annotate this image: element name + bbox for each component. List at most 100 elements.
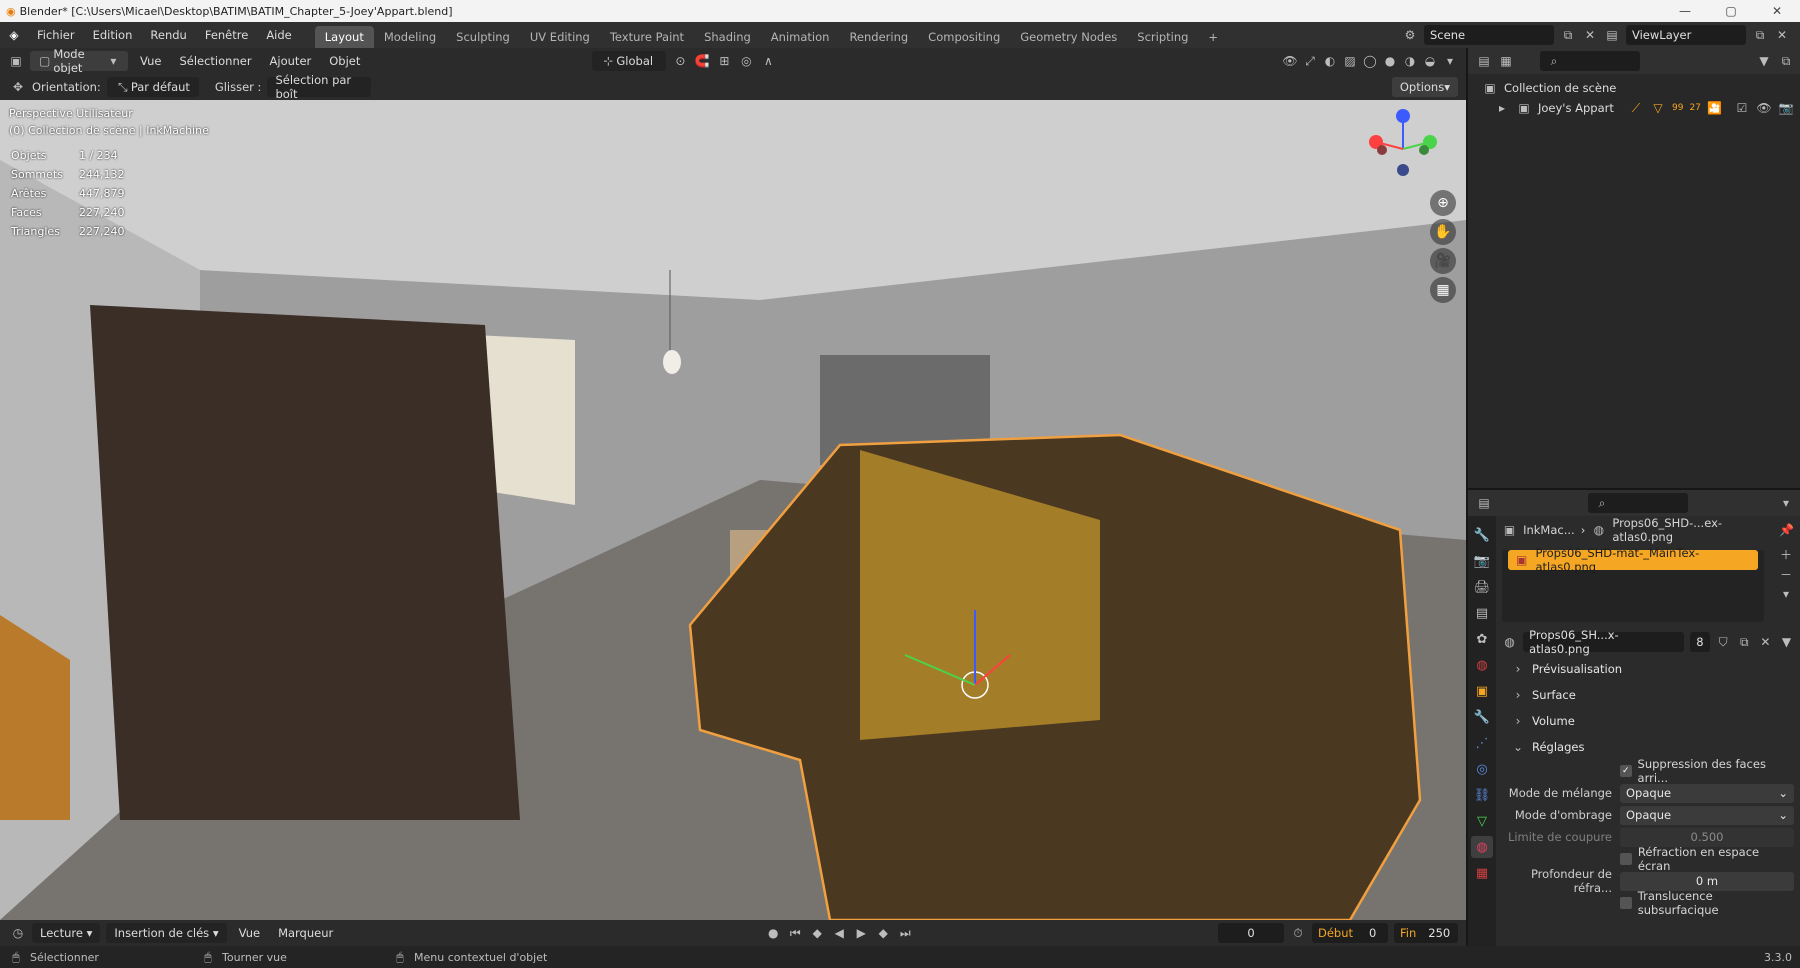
outliner-item-joeys-appart[interactable]: ▸ ▣ Joey's Appart ⟋ ▽ 99 27 🎦 ☑ 👁 📷 <box>1468 98 1800 118</box>
panel-preview[interactable]: › Prévisualisation <box>1502 656 1794 682</box>
stopwatch-icon[interactable]: ⏱ <box>1290 925 1306 941</box>
checkbox-unchecked-icon[interactable] <box>1620 897 1632 909</box>
transform-orientation-dropdown[interactable]: ⊹ Global <box>592 51 667 71</box>
fake-user-shield-icon[interactable]: ⛉ <box>1716 634 1731 650</box>
camera-view-icon[interactable]: 🎥 <box>1430 248 1456 274</box>
tab-compositing[interactable]: Compositing <box>918 26 1010 48</box>
node-tree-icon[interactable]: ▼ <box>1779 634 1794 650</box>
menu-object[interactable]: Objet <box>323 54 366 68</box>
add-workspace-button[interactable]: + <box>1198 26 1228 48</box>
shadow-mode-dropdown[interactable]: Opaque ⌄ <box>1620 805 1794 825</box>
scene-tab-icon[interactable]: ✿ <box>1471 628 1493 650</box>
tab-texture-paint[interactable]: Texture Paint <box>600 26 694 48</box>
material-browse-icon[interactable]: ◍ <box>1502 634 1517 650</box>
panel-surface[interactable]: › Surface <box>1502 682 1794 708</box>
unlink-material-icon[interactable]: ✕ <box>1758 634 1773 650</box>
slot-menu-icon[interactable]: ▾ <box>1778 586 1794 602</box>
scene-icon[interactable]: ⚙ <box>1402 27 1418 43</box>
properties-editor-icon[interactable]: ▤ <box>1476 495 1492 511</box>
menu-help[interactable]: Aide <box>257 28 300 42</box>
filter-icon[interactable]: ▼ <box>1756 53 1772 69</box>
next-keyframe-icon[interactable]: ◆ <box>875 925 891 941</box>
exclude-checkbox-icon[interactable]: ☑ <box>1734 100 1750 116</box>
current-frame-field[interactable]: 0 <box>1218 923 1284 943</box>
physics-tab-icon[interactable]: ◎ <box>1471 758 1493 780</box>
pan-hand-icon[interactable]: ✋ <box>1430 219 1456 245</box>
keying-dropdown[interactable]: Insertion de clés ▾ <box>106 923 227 943</box>
blender-menu-icon[interactable]: ◈ <box>6 27 22 43</box>
3d-viewport[interactable]: Perspective Utilisateur (0) Collection d… <box>0 100 1466 920</box>
tool-tab-icon[interactable]: 🔧 <box>1471 524 1493 546</box>
timeline-menu-view[interactable]: Vue <box>233 926 266 940</box>
options-dropdown[interactable]: Options ▾ <box>1391 77 1458 97</box>
new-view-layer-icon[interactable]: ⧉ <box>1752 27 1768 43</box>
material-tab-icon[interactable]: ◍ <box>1471 836 1493 858</box>
falloff-icon[interactable]: ∧ <box>760 53 776 69</box>
panel-volume[interactable]: › Volume <box>1502 708 1794 734</box>
xray-icon[interactable]: ▨ <box>1342 53 1358 69</box>
render-tab-icon[interactable]: 📷 <box>1471 550 1493 572</box>
overlays-icon[interactable]: ◐ <box>1322 53 1338 69</box>
scene-selector[interactable]: Scene <box>1424 25 1554 45</box>
playback-dropdown[interactable]: Lecture ▾ <box>32 923 101 943</box>
world-tab-icon[interactable]: ◍ <box>1471 654 1493 676</box>
menu-select[interactable]: Sélectionner <box>173 54 257 68</box>
display-mode-icon[interactable]: ▦ <box>1498 53 1514 69</box>
perspective-toggle-icon[interactable]: ▦ <box>1430 277 1456 303</box>
refraction-depth-field[interactable]: 0 m <box>1620 871 1794 891</box>
minimize-button[interactable]: — <box>1662 4 1708 18</box>
delete-view-layer-icon[interactable]: ✕ <box>1774 27 1790 43</box>
wireframe-shading-icon[interactable]: ◯ <box>1362 53 1378 69</box>
eye-icon[interactable]: 👁 <box>1756 100 1772 116</box>
tab-layout[interactable]: Layout <box>314 26 374 48</box>
end-frame-field[interactable]: Fin 250 <box>1394 923 1458 943</box>
clip-threshold-field[interactable]: 0.500 <box>1620 827 1794 847</box>
particles-tab-icon[interactable]: ⋰ <box>1471 732 1493 754</box>
outliner-editor-icon[interactable]: ▤ <box>1476 53 1492 69</box>
texture-tab-icon[interactable]: ▦ <box>1471 862 1493 884</box>
view-layer-tab-icon[interactable]: ▤ <box>1471 602 1493 624</box>
drag-dropdown[interactable]: Sélection par boît <box>267 73 372 101</box>
material-slot-active[interactable]: ▣ Props06_SHD-mat-_MainTex-atlas0.png <box>1508 546 1758 574</box>
jump-start-icon[interactable]: ⏮ <box>787 925 803 941</box>
snap-icon[interactable]: 🧲 <box>694 53 710 69</box>
tab-sculpting[interactable]: Sculpting <box>446 26 520 48</box>
jump-end-icon[interactable]: ⏭ <box>897 925 913 941</box>
render-camera-icon[interactable]: 📷 <box>1778 100 1794 116</box>
new-collection-icon[interactable]: ⧉ <box>1778 53 1794 69</box>
object-tab-icon[interactable]: ▣ <box>1471 680 1493 702</box>
properties-search-input[interactable]: ⌕ <box>1588 493 1688 513</box>
rendered-shading-icon[interactable]: ◒ <box>1422 53 1438 69</box>
solid-shading-icon[interactable]: ● <box>1382 53 1398 69</box>
tab-uv-editing[interactable]: UV Editing <box>520 26 600 48</box>
data-tab-icon[interactable]: ▽ <box>1471 810 1493 832</box>
material-shading-icon[interactable]: ◑ <box>1402 53 1418 69</box>
menu-edit[interactable]: Edition <box>84 28 142 42</box>
checkbox-unchecked-icon[interactable] <box>1620 853 1632 865</box>
output-tab-icon[interactable]: 🖨 <box>1471 576 1493 598</box>
visibility-icon[interactable]: 👁 <box>1282 53 1298 69</box>
duplicate-material-icon[interactable]: ⧉ <box>1737 634 1752 650</box>
pivot-icon[interactable]: ⊙ <box>672 53 688 69</box>
new-scene-icon[interactable]: ⧉ <box>1560 27 1576 43</box>
gizmo-icon[interactable]: ⤢ <box>1302 53 1318 69</box>
delete-scene-icon[interactable]: ✕ <box>1582 27 1598 43</box>
menu-file[interactable]: Fichier <box>28 28 84 42</box>
outliner-item-scene-collection[interactable]: ▣ Collection de scène <box>1468 78 1800 98</box>
menu-render[interactable]: Rendu <box>141 28 195 42</box>
menu-window[interactable]: Fenêtre <box>196 28 257 42</box>
tab-scripting[interactable]: Scripting <box>1127 26 1198 48</box>
material-slots-list[interactable]: ▣ Props06_SHD-mat-_MainTex-atlas0.png <box>1502 546 1764 622</box>
view-layer-icon[interactable]: ▤ <box>1604 27 1620 43</box>
play-icon[interactable]: ▶ <box>853 925 869 941</box>
navigation-gizmo[interactable] <box>1360 106 1446 192</box>
proportional-edit-icon[interactable]: ◎ <box>738 53 754 69</box>
subsurface-translucency-option[interactable]: Translucence subsurfacique <box>1502 889 1794 917</box>
maximize-button[interactable]: ▢ <box>1708 4 1754 18</box>
outliner-search-input[interactable]: ⌕ <box>1540 51 1640 71</box>
timeline-menu-marker[interactable]: Marqueur <box>272 926 339 940</box>
expand-arrow-icon[interactable]: ▸ <box>1494 100 1510 116</box>
material-name-field[interactable]: Props06_SH...x-atlas0.png <box>1523 628 1685 656</box>
timeline-editor-icon[interactable]: ◷ <box>10 925 26 941</box>
modifier-tab-icon[interactable]: 🔧 <box>1471 706 1493 728</box>
